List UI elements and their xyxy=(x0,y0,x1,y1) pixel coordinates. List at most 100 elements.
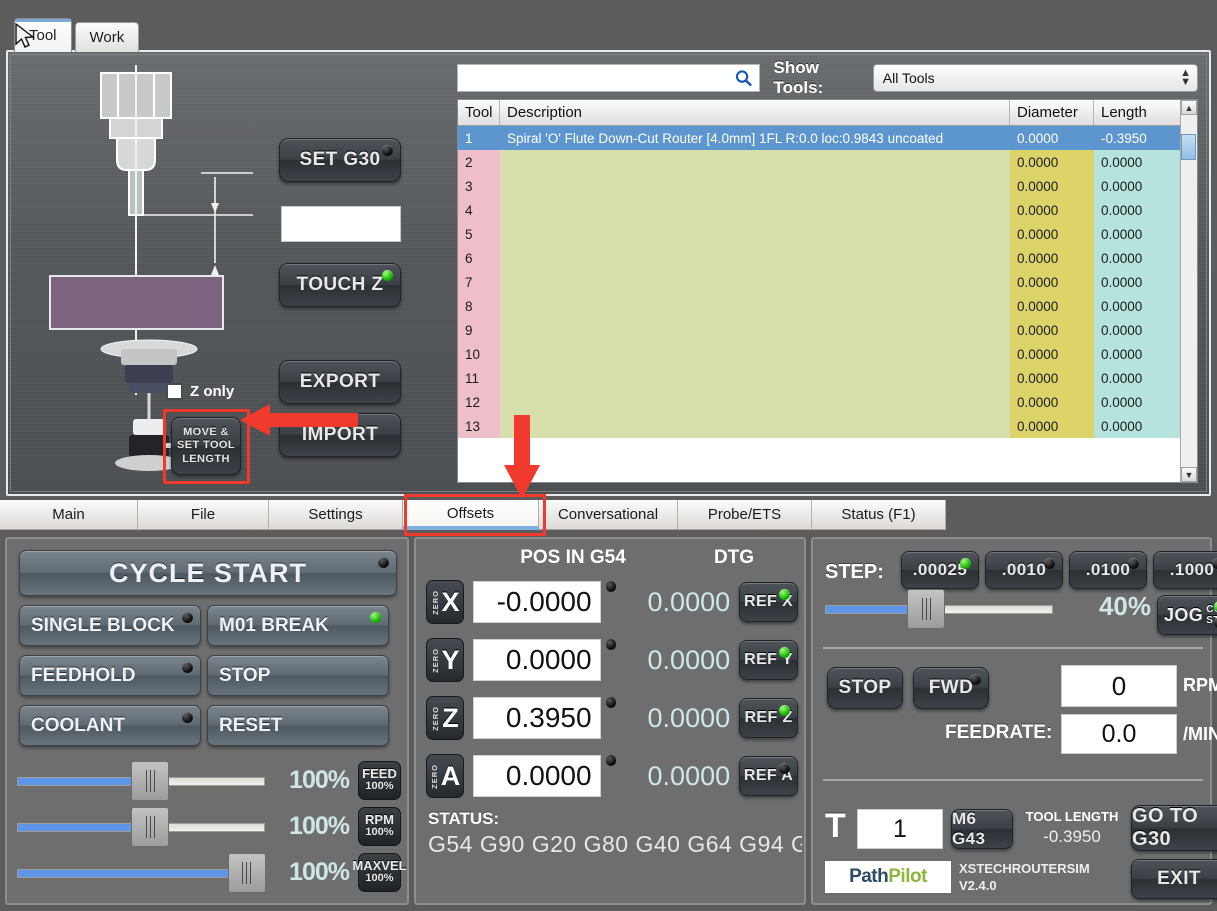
table-row[interactable]: 40.00000.0000 xyxy=(458,198,1180,222)
machine-info: XSTECHROUTERSIM V2.4.0 xyxy=(959,861,1090,895)
tool-length-readout-field[interactable] xyxy=(281,206,401,242)
table-row[interactable]: 100.00000.0000 xyxy=(458,342,1180,366)
cell-tool: 8 xyxy=(458,294,500,318)
slider-thumb[interactable] xyxy=(131,761,169,801)
step-button-00025[interactable]: .00025 xyxy=(901,551,979,589)
tool-table-scrollbar[interactable]: ▲ ▼ xyxy=(1180,100,1197,482)
table-row[interactable]: 60.00000.0000 xyxy=(458,246,1180,270)
slider-thumb[interactable] xyxy=(228,853,266,893)
ref-y-button[interactable]: REF Y xyxy=(739,640,798,680)
main-tab-offsets[interactable]: Offsets xyxy=(403,500,539,530)
ref-x-button[interactable]: REF X xyxy=(739,582,798,622)
column-header-diameter[interactable]: Diameter xyxy=(1010,100,1094,125)
reset-button[interactable]: RESET xyxy=(207,705,389,746)
notebook-tab-work[interactable]: Work xyxy=(75,22,140,52)
table-row[interactable]: 20.00000.0000 xyxy=(458,150,1180,174)
exit-button[interactable]: EXIT xyxy=(1131,859,1217,899)
go-to-g30-button[interactable]: GO TO G30 xyxy=(1131,805,1217,851)
zero-a-button[interactable]: ZEROA xyxy=(426,754,464,798)
main-tab-status-f1[interactable]: Status (F1) xyxy=(812,500,946,530)
slider-thumb[interactable] xyxy=(907,589,945,629)
main-tab-settings[interactable]: Settings xyxy=(269,500,403,530)
cell-tool: 2 xyxy=(458,150,500,174)
cell-dia: 0.0000 xyxy=(1010,198,1094,222)
z-only-checkbox-row[interactable]: Z only xyxy=(166,383,234,400)
ref-z-button[interactable]: REF Z xyxy=(739,698,798,738)
override-btn-label2: 100% xyxy=(365,873,393,885)
cycle-start-button[interactable]: CYCLE START xyxy=(19,550,397,596)
table-row[interactable]: 1Spiral 'O' Flute Down-Cut Router [4.0mm… xyxy=(458,126,1180,150)
z-only-checkbox[interactable] xyxy=(166,383,183,400)
main-tab-label: Settings xyxy=(308,506,362,523)
step-button-0100[interactable]: .0100 xyxy=(1069,551,1147,589)
main-tab-probe-ets[interactable]: Probe/ETS xyxy=(678,500,812,530)
set-g30-button[interactable]: SET G30 xyxy=(279,138,401,182)
scroll-down-icon[interactable]: ▼ xyxy=(1181,467,1197,482)
jog-speed-percent: 40% xyxy=(1059,591,1151,622)
feedhold-button[interactable]: FEEDHOLD xyxy=(19,655,201,696)
table-row[interactable]: 130.00000.0000 xyxy=(458,414,1180,438)
single-block-button[interactable]: SINGLE BLOCK xyxy=(19,605,201,646)
table-row[interactable]: 80.00000.0000 xyxy=(458,294,1180,318)
table-row[interactable]: 90.00000.0000 xyxy=(458,318,1180,342)
column-header-tool[interactable]: Tool xyxy=(458,100,500,125)
coolant-button[interactable]: COOLANT xyxy=(19,705,201,746)
move-and-set-tool-length-button[interactable]: MOVE & SET TOOL LENGTH xyxy=(171,417,241,475)
jog-mode-toggle[interactable]: JOG CONT STEP xyxy=(1157,595,1217,635)
override-reset-button[interactable]: FEED100% xyxy=(358,761,401,800)
main-tab-file[interactable]: File xyxy=(138,500,269,530)
step-button-0010[interactable]: .0010 xyxy=(985,551,1063,589)
step-button-1000[interactable]: .1000 xyxy=(1153,551,1217,589)
search-icon[interactable] xyxy=(734,69,753,88)
cell-desc xyxy=(500,174,1010,198)
dro-y-input[interactable]: 0.0000 xyxy=(473,639,601,681)
column-header-length[interactable]: Length xyxy=(1094,100,1180,125)
zero-text: ZERO xyxy=(431,648,440,673)
feedrate-input[interactable]: 0.0 xyxy=(1061,714,1177,754)
chevron-updown-icon[interactable]: ▲▼ xyxy=(1180,69,1191,87)
table-row[interactable]: 110.00000.0000 xyxy=(458,366,1180,390)
table-row[interactable]: 70.00000.0000 xyxy=(458,270,1180,294)
jog-speed-slider[interactable] xyxy=(825,601,1053,615)
touch-z-button[interactable]: TOUCH Z xyxy=(279,263,401,307)
stop-button[interactable]: STOP xyxy=(207,655,389,696)
notebook-inner-frame: Z only SET G30 TOUCH Z EXPORT IM xyxy=(10,54,1207,492)
override-slider[interactable] xyxy=(17,865,265,879)
override-reset-button[interactable]: MAXVEL100% xyxy=(358,853,401,892)
cell-dia: 0.0000 xyxy=(1010,390,1094,414)
import-button[interactable]: IMPORT xyxy=(279,413,401,457)
zero-y-button[interactable]: ZEROY xyxy=(426,638,464,682)
dro-x-input[interactable]: -0.0000 xyxy=(473,581,601,623)
table-row[interactable]: 30.00000.0000 xyxy=(458,174,1180,198)
scroll-up-icon[interactable]: ▲ xyxy=(1181,100,1197,115)
cell-len: 0.0000 xyxy=(1094,174,1180,198)
rpm-input[interactable]: 0 xyxy=(1061,665,1177,707)
tool-table[interactable]: Tool Description Diameter Length 1Spiral… xyxy=(457,99,1198,483)
zero-x-button[interactable]: ZEROX xyxy=(426,580,464,624)
export-button[interactable]: EXPORT xyxy=(279,360,401,404)
table-row[interactable]: 50.00000.0000 xyxy=(458,222,1180,246)
scrollbar-thumb[interactable] xyxy=(1181,134,1196,160)
main-tab-main[interactable]: Main xyxy=(0,500,138,530)
override-slider[interactable] xyxy=(17,819,265,833)
main-tab-conversational[interactable]: Conversational xyxy=(539,500,678,530)
ref-a-button[interactable]: REF A xyxy=(739,756,798,796)
m6-g43-button[interactable]: M6 G43 xyxy=(951,809,1013,849)
zero-z-button[interactable]: ZEROZ xyxy=(426,696,464,740)
tool-search-input[interactable] xyxy=(457,64,760,92)
m01-break-button[interactable]: M01 BREAK xyxy=(207,605,389,646)
column-header-description[interactable]: Description xyxy=(500,100,1010,125)
override-slider[interactable] xyxy=(17,773,265,787)
override-reset-button[interactable]: RPM100% xyxy=(358,807,401,846)
spindle-stop-button[interactable]: STOP xyxy=(827,667,903,709)
spindle-fwd-button[interactable]: FWD xyxy=(913,667,989,709)
tool-number-input[interactable]: 1 xyxy=(857,809,943,849)
dro-a-input[interactable]: 0.0000 xyxy=(473,755,601,797)
slider-thumb[interactable] xyxy=(131,807,169,847)
axis-letter: A xyxy=(441,761,461,792)
table-row[interactable]: 120.00000.0000 xyxy=(458,390,1180,414)
dro-z-input[interactable]: 0.3950 xyxy=(473,697,601,739)
show-tools-select[interactable]: All Tools ▲▼ xyxy=(873,64,1198,92)
ref-led xyxy=(779,589,790,600)
override-btn-label1: FEED xyxy=(362,767,397,781)
